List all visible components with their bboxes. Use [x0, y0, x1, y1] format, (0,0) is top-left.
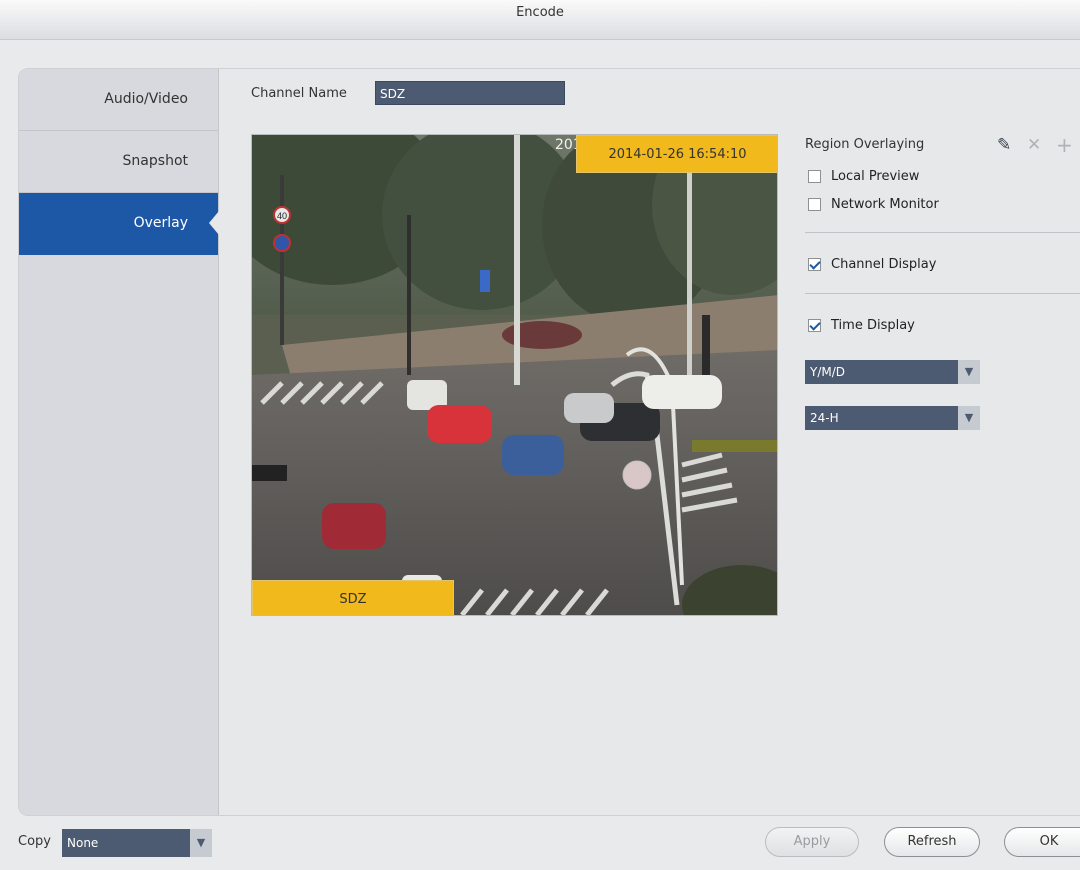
- copy-select[interactable]: None ▼: [62, 829, 212, 857]
- local-preview-label: Local Preview: [831, 168, 920, 184]
- pencil-icon[interactable]: ✎: [997, 136, 1011, 154]
- time-display-label: Time Display: [831, 317, 915, 333]
- local-preview-checkbox[interactable]: [808, 169, 821, 183]
- local-preview-row[interactable]: Local Preview: [808, 166, 919, 186]
- sidebar-item-label: Audio/Video: [104, 91, 188, 107]
- chevron-down-icon: ▼: [190, 829, 212, 857]
- channel-name-input[interactable]: SDZ: [375, 81, 565, 105]
- time-overlay-box[interactable]: 2014-01-26 16:54:10: [576, 135, 777, 173]
- hour-format-value: 24-H: [810, 411, 839, 425]
- channel-display-checkbox[interactable]: [808, 257, 821, 271]
- time-display-row[interactable]: Time Display: [808, 315, 915, 335]
- video-preview[interactable]: 40 201 2014-01-26 16:54:10 SDZ: [251, 134, 778, 616]
- ok-button[interactable]: OK: [1004, 827, 1080, 857]
- add-icon[interactable]: +: [1056, 135, 1073, 155]
- sidebar: Audio/Video Snapshot Overlay: [19, 69, 219, 815]
- network-monitor-row[interactable]: Network Monitor: [808, 194, 939, 214]
- speed-limit-sign: 40: [277, 211, 287, 221]
- copy-value: None: [67, 836, 99, 850]
- refresh-button[interactable]: Refresh: [884, 827, 980, 857]
- divider: [805, 293, 1080, 294]
- copy-label: Copy: [18, 834, 51, 849]
- chevron-down-icon: ▼: [958, 360, 980, 384]
- channel-overlay-box[interactable]: SDZ: [252, 580, 454, 615]
- sidebar-item-audio-video[interactable]: Audio/Video: [19, 69, 218, 131]
- sidebar-item-label: Overlay: [133, 215, 188, 231]
- divider: [805, 232, 1080, 233]
- channel-name-label: Channel Name: [251, 86, 347, 101]
- camera-scene-image: 40: [252, 135, 777, 615]
- window-title: Encode: [516, 5, 564, 20]
- apply-button[interactable]: Apply: [765, 827, 859, 857]
- channel-display-row[interactable]: Channel Display: [808, 254, 936, 274]
- hour-format-select[interactable]: 24-H ▼: [805, 406, 980, 430]
- sidebar-item-overlay[interactable]: Overlay: [19, 193, 219, 255]
- region-overlaying-label: Region Overlaying: [805, 137, 925, 152]
- date-format-value: Y/M/D: [810, 365, 846, 379]
- delete-icon[interactable]: ✕: [1027, 136, 1041, 154]
- sidebar-item-label: Snapshot: [122, 153, 188, 169]
- channel-display-label: Channel Display: [831, 256, 937, 272]
- active-indicator-notch: [209, 211, 219, 235]
- window-title-bar: Encode: [0, 0, 1080, 40]
- sidebar-item-snapshot[interactable]: Snapshot: [19, 131, 218, 193]
- chevron-down-icon: ▼: [958, 406, 980, 430]
- network-monitor-checkbox[interactable]: [808, 197, 821, 211]
- date-format-select[interactable]: Y/M/D ▼: [805, 360, 980, 384]
- network-monitor-label: Network Monitor: [831, 196, 939, 212]
- time-display-checkbox[interactable]: [808, 318, 821, 332]
